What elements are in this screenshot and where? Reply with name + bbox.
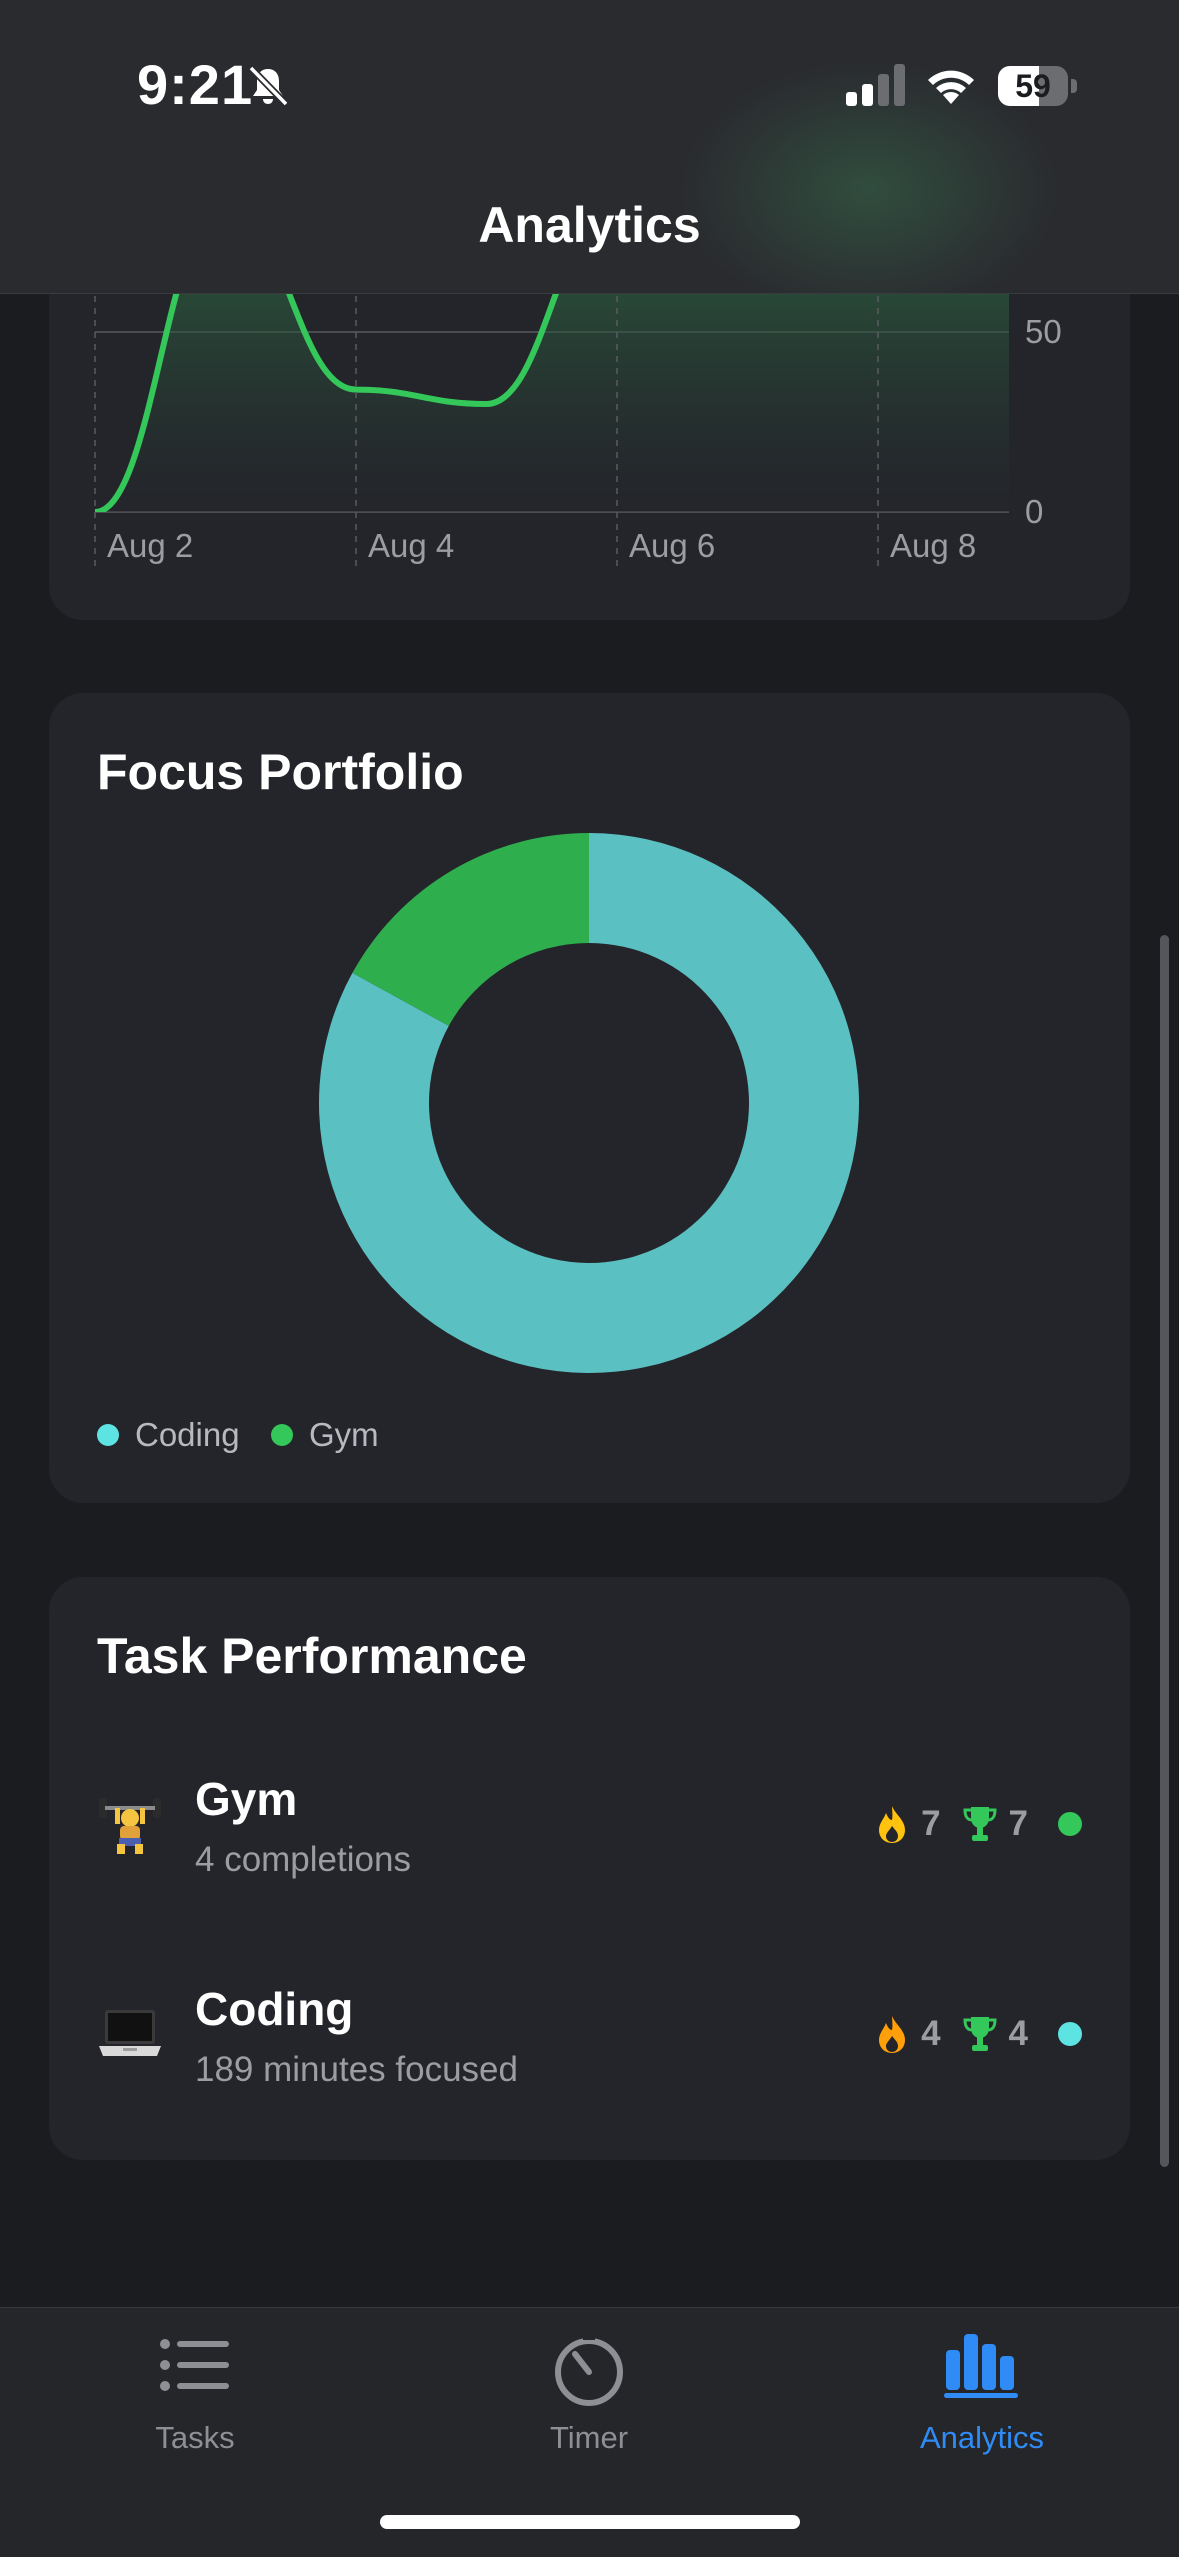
page-title: Analytics [478,197,701,253]
tab-label: Analytics [919,2420,1045,2455]
legend-dot-coding [97,1424,119,1446]
portfolio-title: Focus Portfolio [97,744,464,800]
task-performance-card: Task Performance Gym 4 completions 7 7 C… [49,1577,1130,2160]
task-subtitle: 189 minutes focused [195,2050,518,2089]
task-row-gym[interactable]: Gym 4 completions 7 7 [49,1760,1130,1890]
tab-label: Tasks [155,2420,235,2455]
timer-icon [555,2336,623,2406]
legend-dot-gym [271,1424,293,1446]
task-stats: 7 7 [875,1802,1082,1846]
best-count: 7 [1008,1804,1028,1843]
scroll-indicator[interactable] [1160,935,1169,2167]
tab-label: Timer [549,2420,629,2455]
battery-indicator: 59 [998,66,1078,106]
task-name: Coding [195,1983,354,2035]
bar-chart-icon [944,2334,1018,2398]
legend-label-gym: Gym [309,1416,379,1453]
task-name: Gym [195,1773,298,1825]
streak-count: 7 [921,1804,941,1843]
tab-timer[interactable]: Timer [459,2308,719,2468]
battery-cap [1071,79,1077,93]
cellular-signal-icon [846,64,905,106]
battery-level: 59 [1015,68,1051,104]
flame-icon [879,2016,906,2053]
x-tick-label: Aug 2 [107,527,193,564]
x-tick-label: Aug 8 [890,527,976,564]
list-icon [160,2339,229,2391]
wifi-icon [928,70,974,104]
task-performance-title: Task Performance [97,1628,527,1684]
battery-icon: 59 [998,66,1068,106]
tab-analytics[interactable]: Analytics [852,2308,1112,2468]
status-time: 9:21 [137,53,254,116]
legend-item-coding: Coding [97,1415,240,1455]
x-tick-label: Aug 4 [368,527,454,564]
streak-count: 4 [921,2014,941,2053]
legend-item-gym: Gym [271,1415,379,1455]
best-count: 4 [1008,2014,1028,2053]
trophy-icon [963,1807,997,1841]
x-tick-label: Aug 6 [629,527,715,564]
task-color-dot [1058,2022,1082,2046]
silent-bell-icon [248,65,289,107]
weightlifter-emoji-icon [99,1798,161,1854]
portfolio-donut-chart [319,833,859,1373]
y-tick-label: 50 [1025,313,1062,350]
navigation-header: 9:21 59 Analytics [0,0,1179,294]
task-color-dot [1058,1812,1082,1836]
flame-icon [879,1806,906,1843]
task-subtitle: 4 completions [195,1840,411,1879]
legend-label-coding: Coding [135,1416,240,1453]
trophy-icon [963,2017,997,2051]
task-row-coding[interactable]: Coding 189 minutes focused 4 4 [49,1970,1130,2100]
y-tick-label: 0 [1025,493,1043,530]
task-stats: 4 4 [875,2012,1082,2056]
home-indicator[interactable] [380,2515,800,2529]
laptop-emoji-icon [99,2010,161,2056]
focus-portfolio-card: Focus Portfolio Coding Gym [49,693,1130,1503]
tab-tasks[interactable]: Tasks [65,2308,325,2468]
